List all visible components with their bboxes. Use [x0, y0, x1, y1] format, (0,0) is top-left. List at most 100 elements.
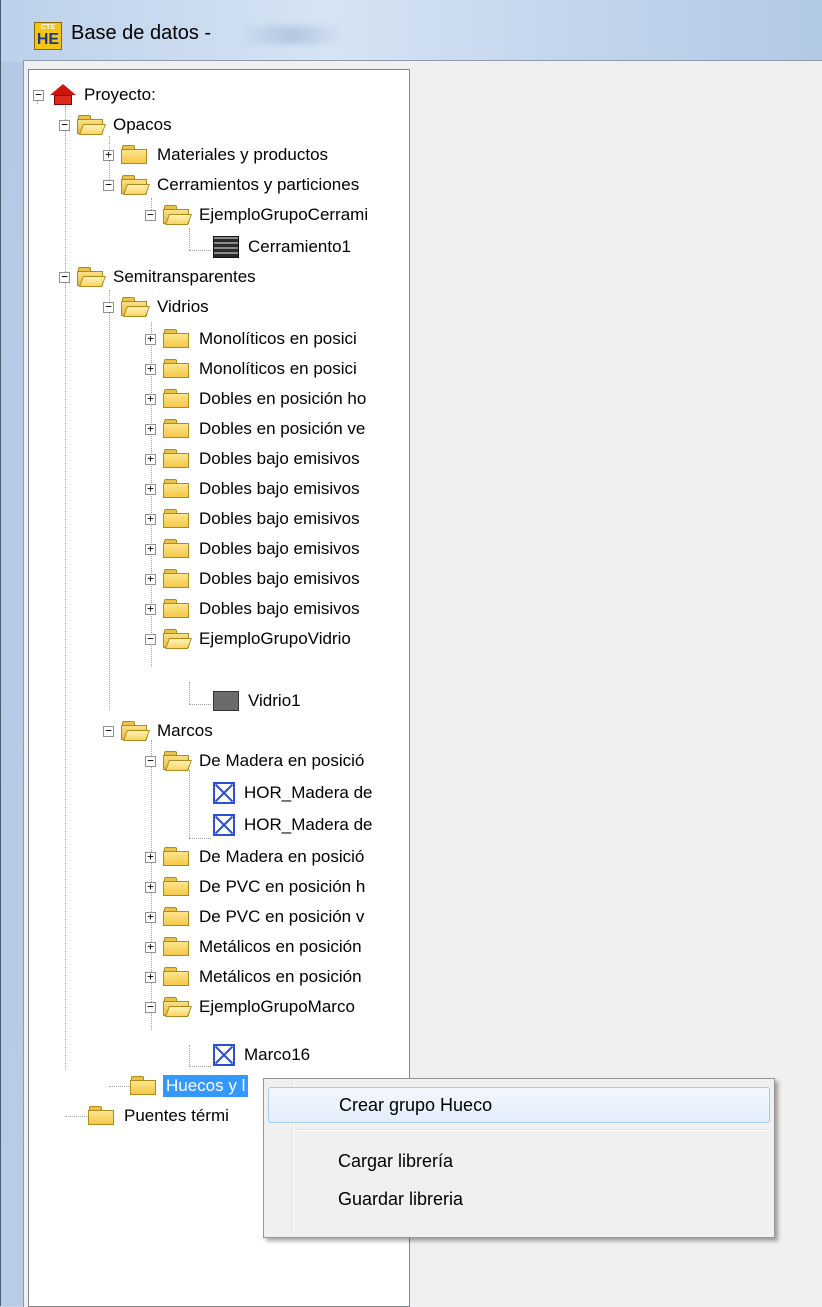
menu-item-cargar-libreria[interactable]: Cargar librería	[268, 1144, 770, 1180]
tree-node-cerramiento1[interactable]: Cerramiento1	[213, 232, 354, 262]
folder-icon	[162, 419, 190, 439]
tree-node-madera-group[interactable]: − De Madera en posició	[145, 746, 367, 776]
tree-node-label: EjemploGrupoCerrami	[199, 205, 369, 224]
expand-toggle[interactable]: +	[103, 149, 114, 161]
menu-item-crear-grupo-hueco[interactable]: Crear grupo Hueco	[268, 1087, 770, 1123]
tree-line	[189, 228, 190, 250]
tree-node-proyecto[interactable]: − Proyecto:	[33, 80, 159, 110]
expand-toggle[interactable]: +	[145, 543, 156, 555]
cte-he-app-icon: CTE HE	[34, 22, 62, 50]
tree-node-label: EjemploGrupoMarco	[199, 997, 355, 1016]
tree-node-huecos[interactable]: Huecos y l	[129, 1071, 249, 1101]
tree-node-vidrio-group[interactable]: + Dobles en posición ve	[145, 414, 368, 444]
tree-node-label: Huecos y l	[163, 1075, 249, 1097]
tree-node-marcos[interactable]: − Marcos	[103, 716, 216, 746]
expand-toggle[interactable]: +	[145, 483, 156, 495]
tree-line	[189, 838, 211, 839]
tree-node-marco-group[interactable]: + De Madera en posició	[145, 842, 367, 872]
expand-toggle[interactable]: +	[145, 573, 156, 585]
tree-node-vidrio1[interactable]: Vidrio1	[213, 686, 304, 716]
expand-toggle[interactable]: +	[145, 881, 156, 893]
tree-node-marco-group[interactable]: + Metálicos en posición	[145, 962, 365, 992]
collapse-toggle[interactable]: −	[59, 271, 70, 283]
tree-node-vidrios[interactable]: − Vidrios	[103, 292, 212, 322]
tree-node-label: Opacos	[113, 115, 172, 134]
tree-node-vidrio-group[interactable]: + Monolíticos en posici	[145, 324, 360, 354]
tree-node-label: HOR_Madera de	[244, 815, 373, 834]
collapse-toggle[interactable]: −	[103, 301, 114, 313]
open-folder-icon	[76, 267, 107, 287]
expand-toggle[interactable]: +	[145, 603, 156, 615]
tree-node-hor-madera[interactable]: HOR_Madera de	[213, 810, 376, 840]
open-folder-icon	[120, 175, 151, 195]
expand-toggle[interactable]: +	[145, 333, 156, 345]
tree-line	[109, 1086, 129, 1087]
title-bar[interactable]: CTE HE Base de datos -	[1, 0, 822, 62]
expand-toggle[interactable]: +	[145, 851, 156, 863]
folder-icon	[162, 389, 190, 409]
expand-toggle[interactable]: +	[145, 363, 156, 375]
open-folder-icon	[120, 297, 151, 317]
tree-node-vidrio-group[interactable]: + Dobles bajo emisivos	[145, 534, 363, 564]
tree-node-label: Monolíticos en posici	[199, 329, 357, 348]
tree-node-vidrio-group[interactable]: + Dobles bajo emisivos	[145, 594, 363, 624]
expand-toggle[interactable]: +	[145, 911, 156, 923]
tree-node-vidrio-group[interactable]: + Dobles en posición ho	[145, 384, 369, 414]
tree-node-marco-group[interactable]: + Metálicos en posición	[145, 932, 365, 962]
tree-node-label: Vidrios	[157, 297, 209, 316]
expand-toggle[interactable]: +	[145, 513, 156, 525]
folder-icon	[162, 599, 190, 619]
folder-icon	[162, 877, 190, 897]
expand-toggle[interactable]: +	[145, 941, 156, 953]
tree-line	[189, 704, 211, 705]
expand-toggle[interactable]: +	[145, 423, 156, 435]
tree-node-label: Puentes térmi	[124, 1106, 229, 1125]
folder-icon	[162, 847, 190, 867]
tree-node-marco-group[interactable]: + De PVC en posición v	[145, 902, 367, 932]
collapse-toggle[interactable]: −	[145, 633, 156, 645]
house-icon	[50, 84, 76, 106]
tree-node-vidrio-group[interactable]: + Monolíticos en posici	[145, 354, 360, 384]
tree-node-marco-group[interactable]: + De PVC en posición h	[145, 872, 368, 902]
tree-node-label: Dobles en posición ve	[199, 419, 366, 438]
tree-node-vidrio-group[interactable]: + Dobles bajo emisivos	[145, 444, 363, 474]
collapse-toggle[interactable]: −	[59, 119, 70, 131]
app-icon-cte-text: CTE	[41, 24, 55, 31]
collapse-toggle[interactable]: −	[145, 755, 156, 767]
tree-node-ejemplo-cerramiento[interactable]: − EjemploGrupoCerrami	[145, 200, 371, 230]
tree-node-label: Dobles bajo emisivos	[199, 569, 360, 588]
tree-node-materiales[interactable]: + Materiales y productos	[103, 140, 331, 170]
collapse-toggle[interactable]: −	[103, 725, 114, 737]
tree-node-label: HOR_Madera de	[244, 783, 373, 802]
tree-node-hor-madera[interactable]: HOR_Madera de	[213, 778, 376, 808]
window-title: Base de datos -	[71, 22, 212, 44]
app-icon-he-text: HE	[36, 31, 60, 48]
expand-toggle[interactable]: +	[145, 393, 156, 405]
tree-node-vidrio-group[interactable]: + Dobles bajo emisivos	[145, 564, 363, 594]
menu-item-guardar-libreria[interactable]: Guardar libreria	[268, 1182, 770, 1218]
tree-node-ejemplo-marco[interactable]: − EjemploGrupoMarco	[145, 992, 358, 1022]
tree-node-semitransparentes[interactable]: − Semitransparentes	[59, 262, 259, 292]
collapse-toggle[interactable]: −	[33, 89, 44, 101]
tree-node-ejemplo-vidrio[interactable]: − EjemploGrupoVidrio	[145, 624, 354, 654]
tree-node-vidrio-group[interactable]: + Dobles bajo emisivos	[145, 474, 363, 504]
collapse-toggle[interactable]: −	[103, 179, 114, 191]
glass-pane-icon	[213, 691, 239, 711]
tree-node-label: Metálicos en posición	[199, 937, 362, 956]
tree-node-opacos[interactable]: − Opacos	[59, 110, 175, 140]
open-folder-icon	[120, 721, 151, 741]
tree-node-label: Cerramientos y particiones	[157, 175, 360, 194]
collapse-toggle[interactable]: −	[145, 209, 156, 221]
tree-node-marco16[interactable]: Marco16	[213, 1040, 313, 1070]
tree-node-label: Monolíticos en posici	[199, 359, 357, 378]
tree-node-label: Semitransparentes	[113, 267, 256, 286]
tree-node-cerramientos[interactable]: − Cerramientos y particiones	[103, 170, 362, 200]
tree-node-label: Proyecto:	[84, 85, 156, 104]
tree-node-vidrio-group[interactable]: + Dobles bajo emisivos	[145, 504, 363, 534]
blurred-title-text	[241, 26, 341, 44]
expand-toggle[interactable]: +	[145, 453, 156, 465]
tree-node-puentes[interactable]: Puentes térmi	[87, 1101, 232, 1131]
expand-toggle[interactable]: +	[145, 971, 156, 983]
collapse-toggle[interactable]: −	[145, 1001, 156, 1013]
folder-icon	[162, 907, 190, 927]
